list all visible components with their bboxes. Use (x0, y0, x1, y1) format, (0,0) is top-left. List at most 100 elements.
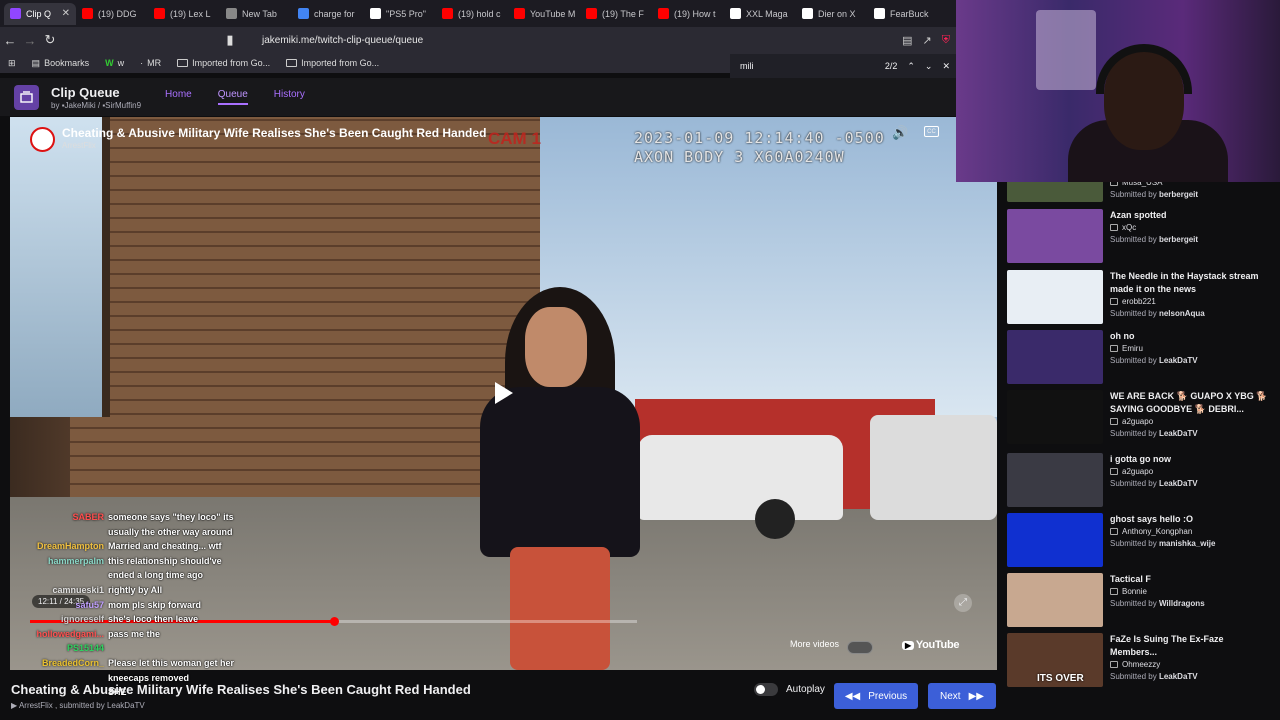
share-icon[interactable]: ↗ (923, 34, 932, 47)
url-field[interactable]: jakemiki.me/twitch-clip-queue/queue (262, 35, 423, 46)
queue-item[interactable]: ITS OVER FaZe Is Suing The Ex-Faze Member… (1007, 633, 1277, 691)
next-button[interactable]: Next ▶▶ (928, 683, 996, 709)
bookmark-item[interactable]: · MR (140, 58, 161, 68)
address-bar: ← → ↻ ▮ jakemiki.me/twitch-clip-queue/qu… (0, 27, 960, 53)
reload-icon[interactable]: ↻ (40, 32, 60, 48)
find-next-icon[interactable]: ⌄ (925, 61, 933, 72)
queue-thumbnail[interactable] (1007, 513, 1103, 567)
reader-icon[interactable]: ▤ (902, 34, 912, 47)
nav-history[interactable]: History (274, 89, 305, 105)
browser-tab[interactable]: (19) The F (580, 3, 652, 25)
video-title-overlay[interactable]: Cheating & Abusive Military Wife Realise… (62, 126, 486, 140)
queue-item[interactable]: The Needle in the Haystack stream made i… (1007, 270, 1277, 328)
find-close-icon[interactable]: ✕ (942, 61, 950, 72)
bookmark-item[interactable]: ▤ Bookmarks (32, 58, 90, 69)
queue-thumbnail[interactable] (1007, 453, 1103, 507)
w-icon: W (105, 58, 114, 68)
browser-tab[interactable]: XXL Maga (724, 3, 796, 25)
queue-item-title[interactable]: The Needle in the Haystack stream made i… (1110, 270, 1270, 296)
video-progress-knob[interactable] (329, 617, 339, 626)
channel-name: a2guapo (1122, 417, 1154, 426)
browser-tab[interactable]: (19) DDG (76, 3, 148, 25)
tab-label: charge for (314, 8, 355, 19)
thumbnail-caption: ITS OVER (1037, 673, 1084, 684)
queue-item-title[interactable]: FaZe Is Suing The Ex-Faze Members... (1110, 633, 1270, 659)
queue-item-title[interactable]: Tactical F (1110, 573, 1270, 586)
back-icon[interactable]: ← (0, 33, 20, 48)
browser-tab[interactable]: charge for (292, 3, 364, 25)
youtube-logo[interactable]: ▶ YouTube (902, 639, 959, 651)
browser-tab[interactable]: (19) Lex L (148, 3, 220, 25)
submitter-name: LeakDaTV (1158, 479, 1198, 488)
bookmark-icon: ▤ (31, 57, 41, 68)
tab-favicon-icon (298, 8, 309, 19)
browser-tab[interactable]: Dier on X (796, 3, 868, 25)
channel-name: erobb221 (1122, 297, 1156, 306)
brave-shield-icon[interactable]: ⛨ (942, 34, 950, 47)
clip-queue-logo-icon[interactable] (14, 84, 39, 110)
tab-close-icon[interactable]: ✕ (62, 8, 70, 19)
bookmark-star-icon[interactable]: ▮ (220, 32, 240, 48)
bookmark-label: w (117, 58, 125, 68)
autoplay-label: Autoplay (786, 684, 825, 695)
queue-item-title[interactable]: i gotta go now (1110, 453, 1270, 466)
clip-queue-list: Musa_USA Submitted by berbergeit Azan spot… (998, 178, 1280, 720)
autoplay-control[interactable]: Autoplay (754, 683, 825, 696)
volume-icon[interactable]: 🔊 (892, 125, 908, 141)
next-label: Next (940, 690, 961, 702)
bookmark-item[interactable]: Imported from Go... (286, 58, 379, 68)
author-link[interactable]: SirMuffin9 (105, 101, 141, 110)
queue-thumbnail[interactable] (1007, 390, 1103, 444)
submitter-name: LeakDaTV (1158, 356, 1198, 365)
queue-thumbnail[interactable] (1007, 209, 1103, 263)
author-link[interactable]: JakeMiki (65, 101, 96, 110)
previous-button[interactable]: ◀◀ Previous (834, 683, 918, 709)
forward-icon[interactable]: → (20, 33, 40, 48)
queue-item[interactable]: Azan spotted xQc Submitted by berbergeit (1007, 209, 1277, 267)
more-videos-toggle[interactable] (847, 641, 873, 654)
bookmark-item[interactable]: Ww (105, 58, 124, 68)
queue-item-title[interactable]: Azan spotted (1110, 209, 1270, 222)
browser-tab[interactable]: (19) How t (652, 3, 724, 25)
find-input[interactable]: mili (740, 61, 754, 71)
queue-item[interactable]: Tactical F Bonnie Submitted by Willdragons (1007, 573, 1277, 631)
queue-thumbnail[interactable] (1007, 270, 1103, 324)
browser-tab[interactable]: (19) hold c (436, 3, 508, 25)
find-prev-icon[interactable]: ⌃ (907, 61, 915, 72)
video-channel-overlay[interactable]: ArrestFlix (62, 141, 96, 150)
queue-item[interactable]: oh no Emiru Submitted by LeakDaTV (1007, 330, 1277, 388)
bookmark-label: Bookmarks (44, 58, 90, 68)
brand: Clip Queue by ▪JakeMiki / ▪SirMuffin9 (51, 85, 141, 110)
nav-queue[interactable]: Queue (217, 89, 248, 105)
apps-grid-icon[interactable]: ⊞ (8, 58, 16, 69)
browser-tab[interactable]: New Tab (220, 3, 292, 25)
queue-thumbnail[interactable] (1007, 330, 1103, 384)
captions-icon[interactable]: CC (924, 126, 939, 137)
chat-text: this relationship should've (108, 555, 222, 566)
chat-username: PS15144 (66, 643, 104, 654)
browser-tab[interactable]: YouTube M (508, 3, 580, 25)
fullscreen-icon[interactable]: ⤢ (954, 594, 972, 612)
chat-message: ended a long time ago (0, 568, 300, 583)
play-icon[interactable] (495, 382, 513, 404)
queue-thumbnail[interactable] (1007, 573, 1103, 627)
browser-tab[interactable]: FearBuck (868, 3, 940, 25)
queue-item[interactable]: WE ARE BACK 🐕 GUAPO X YBG 🐕 SAYING GOODB… (1007, 390, 1277, 448)
chat-bubble-icon (1110, 528, 1118, 535)
queue-thumbnail[interactable]: ITS OVER (1007, 633, 1103, 687)
nav-home[interactable]: Home (165, 89, 192, 105)
browser-tab[interactable]: "PS5 Pro" (364, 3, 436, 25)
queue-item-title[interactable]: ghost says hello :O (1110, 513, 1270, 526)
queue-item[interactable]: i gotta go now a2guapo Submitted by LeakDa… (1007, 453, 1277, 511)
queue-item-submitter: Submitted by berbergeit (1110, 190, 1198, 199)
bookmark-item[interactable]: Imported from Go... (177, 58, 270, 68)
autoplay-toggle[interactable] (754, 683, 778, 696)
person-jacket (480, 387, 640, 557)
chat-message: safu57 mom pls skip forward (0, 598, 300, 613)
queue-item-title[interactable]: WE ARE BACK 🐕 GUAPO X YBG 🐕 SAYING GOODB… (1110, 390, 1270, 416)
browser-tab[interactable]: Clip Q ✕ (4, 2, 76, 25)
channel-avatar[interactable] (30, 127, 55, 152)
queue-item-title[interactable]: oh no (1110, 330, 1270, 343)
tab-favicon-icon (514, 8, 525, 19)
queue-item[interactable]: ghost says hello :O Anthony_Kongphan Submi… (1007, 513, 1277, 571)
